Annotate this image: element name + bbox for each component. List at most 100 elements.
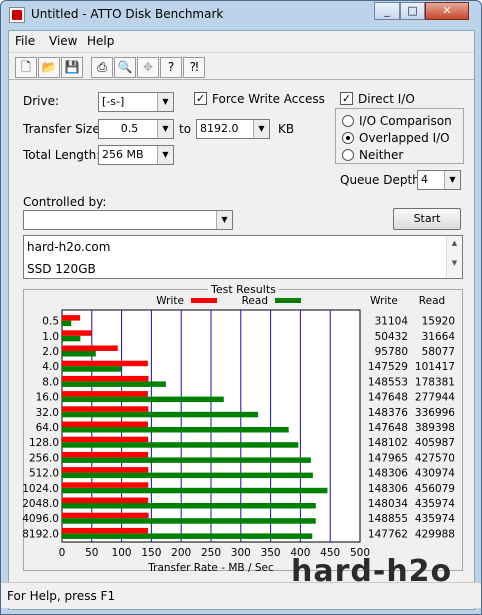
write-value: 95780 xyxy=(375,346,408,358)
read-bar xyxy=(62,442,299,448)
queue-depth-select[interactable]: 4 ▼ xyxy=(417,170,461,190)
x-tick-label: 250 xyxy=(201,547,221,559)
transfer-to-select[interactable]: 8192.0 ▼ xyxy=(196,119,270,139)
x-tick-label: 100 xyxy=(112,547,132,559)
maximize-button[interactable]: □ xyxy=(400,2,425,20)
read-value: 435974 xyxy=(415,498,455,510)
help-icon[interactable]: ? xyxy=(160,57,182,78)
write-value: 147529 xyxy=(368,361,408,373)
total-length-value: 256 MB xyxy=(102,148,144,161)
legend-read-label: Read xyxy=(242,295,268,307)
close-button[interactable]: ✕ xyxy=(425,2,469,20)
row-size-label: 1024.0 xyxy=(22,483,59,495)
chevron-down-icon: ▼ xyxy=(253,120,269,138)
start-button[interactable]: Start xyxy=(393,208,461,230)
write-value: 148376 xyxy=(368,407,408,419)
read-value: 336996 xyxy=(415,407,455,419)
read-bar xyxy=(62,518,316,524)
read-value: 277944 xyxy=(415,392,455,404)
move-icon[interactable]: ✥ xyxy=(137,57,159,78)
row-size-label: 32.0 xyxy=(36,407,59,419)
force-write-checkbox[interactable]: ✓ xyxy=(194,92,207,105)
save-icon[interactable]: 💾 xyxy=(61,57,83,78)
read-bar xyxy=(62,427,289,433)
notes-textarea[interactable]: hard-h2o.com SSD 120GB ▲ ▼ xyxy=(23,235,463,279)
write-bar xyxy=(62,315,81,321)
menu-view[interactable]: View xyxy=(49,34,77,48)
x-tick-label: 350 xyxy=(261,547,281,559)
menu-file[interactable]: File xyxy=(15,34,35,48)
write-bar xyxy=(62,345,118,351)
read-bar xyxy=(62,366,122,372)
drive-select[interactable]: [-s-] ▼ xyxy=(98,92,174,112)
write-bar xyxy=(62,421,148,427)
controlled-by-select[interactable]: ▼ xyxy=(23,210,233,230)
status-text: For Help, press F1 xyxy=(7,589,116,603)
read-column-header: Read xyxy=(419,295,445,307)
write-bar xyxy=(62,375,149,382)
x-tick-label: 300 xyxy=(231,547,251,559)
benchmark-chart: Write Read Write Read 0 50 100 150 200 250 300 350 4… xyxy=(22,295,455,574)
x-tick-label: 50 xyxy=(85,547,98,559)
to-label: to xyxy=(179,122,192,136)
read-bar xyxy=(62,503,316,509)
open-icon[interactable]: 📂 xyxy=(38,57,60,78)
chevron-down-icon: ▼ xyxy=(157,93,173,111)
read-value: 427570 xyxy=(415,452,455,464)
transfer-to-value: 8192.0 xyxy=(200,122,239,135)
menu-bar: File View Help xyxy=(9,31,474,51)
write-bar xyxy=(62,467,149,473)
read-bar xyxy=(62,320,72,327)
app-logo-icon xyxy=(9,7,25,23)
x-tick-label: 200 xyxy=(171,547,191,559)
overlapped-io-radio[interactable] xyxy=(342,132,354,144)
drive-label: Drive: xyxy=(23,94,60,108)
row-size-label: 8.0 xyxy=(42,376,59,388)
total-length-select[interactable]: 256 MB ▼ xyxy=(98,145,174,165)
row-size-label: 4.0 xyxy=(42,361,59,373)
write-bar xyxy=(62,512,149,519)
row-size-label: 0.5 xyxy=(42,316,59,328)
transfer-from-select[interactable]: 0.5 ▼ xyxy=(98,119,174,139)
write-bar xyxy=(62,527,149,534)
transfer-size-label: Transfer Size: xyxy=(23,122,104,136)
read-value: 456079 xyxy=(415,483,455,495)
legend-write-label: Write xyxy=(156,295,184,307)
row-size-label: 2048.0 xyxy=(22,498,59,510)
app-window: Untitled - ATTO Disk Benchmark _ □ ✕ Fil… xyxy=(0,0,482,615)
row-size-label: 1.0 xyxy=(42,331,59,343)
neither-label: Neither xyxy=(359,148,404,162)
queue-depth-value: 4 xyxy=(421,173,428,186)
print-icon[interactable]: ⎙ xyxy=(91,57,113,78)
direct-io-checkbox[interactable]: ✓ xyxy=(340,92,353,105)
write-value: 148102 xyxy=(368,437,408,449)
notes-scrollbar[interactable]: ▲ ▼ xyxy=(446,236,462,278)
title-bar[interactable]: Untitled - ATTO Disk Benchmark _ □ ✕ xyxy=(1,1,481,29)
read-value: 430974 xyxy=(415,468,455,480)
x-axis-title: Transfer Rate - MB / Sec xyxy=(147,562,274,574)
read-bar xyxy=(62,381,166,387)
x-tick-label: 150 xyxy=(141,547,161,559)
menu-help[interactable]: Help xyxy=(87,34,114,48)
new-icon[interactable]: 🗋 xyxy=(15,57,37,78)
neither-radio[interactable] xyxy=(342,149,354,161)
row-size-label: 8192.0 xyxy=(22,528,59,540)
print-preview-icon[interactable]: 🔍 xyxy=(114,57,136,78)
row-size-label: 2.0 xyxy=(42,346,59,358)
notes-line: hard-h2o.com xyxy=(27,240,111,254)
write-value: 147648 xyxy=(368,422,408,434)
write-bar xyxy=(62,406,149,412)
context-help-icon[interactable]: ⁈ xyxy=(183,57,205,78)
read-value: 178381 xyxy=(415,376,455,388)
write-bar xyxy=(62,436,149,443)
minimize-button[interactable]: _ xyxy=(374,2,400,20)
read-value: 405987 xyxy=(415,437,455,449)
row-size-label: 64.0 xyxy=(36,422,59,434)
read-bar xyxy=(62,472,313,479)
io-comparison-radio[interactable] xyxy=(342,115,354,127)
write-value: 148553 xyxy=(368,376,408,388)
write-value: 147965 xyxy=(368,452,408,464)
write-value: 148034 xyxy=(368,498,408,510)
write-bar xyxy=(62,330,92,336)
write-value: 148306 xyxy=(368,483,408,495)
